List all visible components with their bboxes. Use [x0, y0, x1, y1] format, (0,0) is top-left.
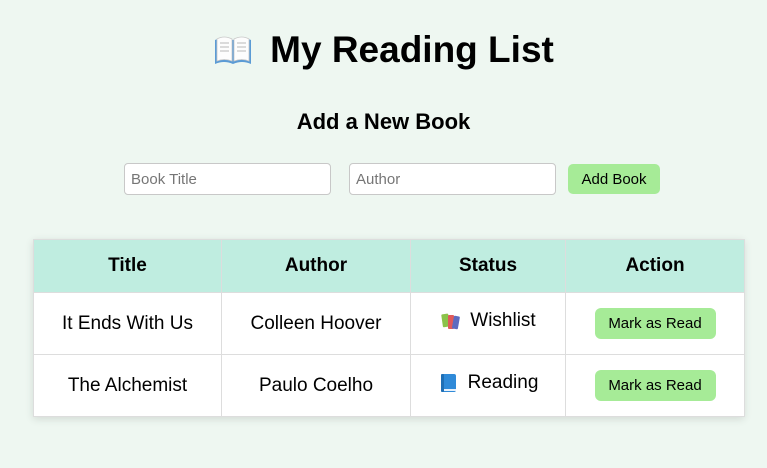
column-header-action: Action	[565, 239, 745, 293]
column-header-title: Title	[33, 239, 222, 293]
page-header: My Reading List	[0, 26, 767, 74]
mark-as-read-button[interactable]: Mark as Read	[594, 308, 716, 339]
column-header-author: Author	[221, 239, 411, 293]
book-status-cell: Reading	[410, 354, 566, 417]
books-stack-icon	[440, 310, 462, 332]
reading-table-container: Title Author Status Action It Ends With …	[33, 239, 745, 417]
table-header-row: Title Author Status Action	[33, 239, 745, 293]
open-book-icon	[213, 30, 253, 70]
page-title: My Reading List	[270, 29, 554, 70]
book-action-cell: Mark as Read	[565, 292, 745, 355]
status-label: Reading	[467, 371, 539, 393]
add-book-heading: Add a New Book	[296, 109, 471, 134]
reading-list-page: My Reading List Add a New Book Add Book …	[0, 0, 767, 468]
status-label: Wishlist	[470, 309, 536, 331]
table-row: The Alchemist Paulo Coelho Reading Mark …	[33, 354, 745, 417]
book-author-cell: Colleen Hoover	[221, 292, 411, 355]
reading-table: Title Author Status Action It Ends With …	[33, 239, 745, 417]
author-input[interactable]	[349, 163, 556, 195]
add-book-button[interactable]: Add Book	[568, 164, 660, 194]
table-row: It Ends With Us Colleen Hoover Wishlist …	[33, 292, 745, 355]
blue-book-icon	[438, 372, 460, 394]
book-title-cell: The Alchemist	[33, 354, 222, 417]
mark-as-read-button[interactable]: Mark as Read	[594, 370, 716, 401]
column-header-status: Status	[410, 239, 566, 293]
book-title-cell: It Ends With Us	[33, 292, 222, 355]
book-author-cell: Paulo Coelho	[221, 354, 411, 417]
book-title-input[interactable]	[124, 163, 331, 195]
add-book-form: Add Book	[124, 163, 660, 195]
book-action-cell: Mark as Read	[565, 354, 745, 417]
book-status-cell: Wishlist	[410, 292, 566, 355]
